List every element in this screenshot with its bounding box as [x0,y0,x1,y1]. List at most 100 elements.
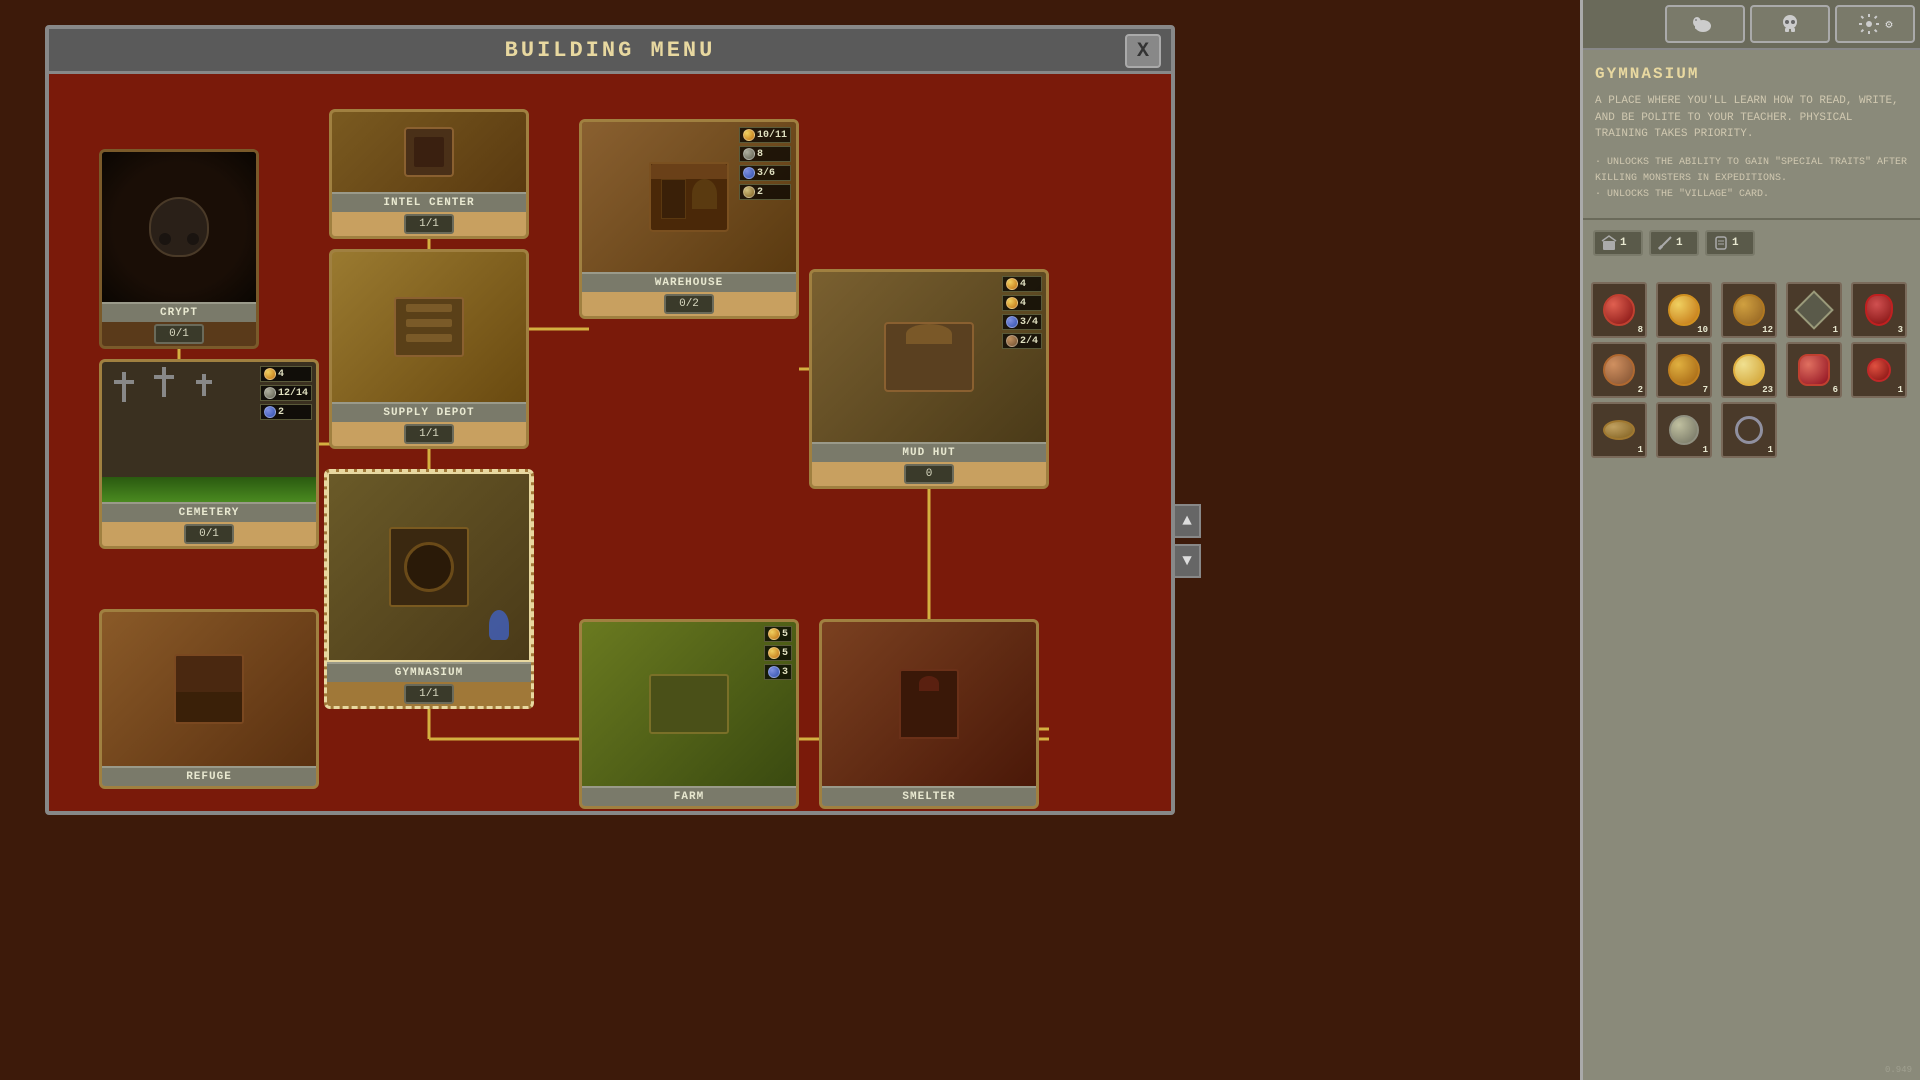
farm-res-2: 5 [764,645,792,661]
building-card-mud-hut[interactable]: 4 4 3/4 2/4 [809,269,1049,489]
res-building-count: 1 [1620,237,1627,249]
scroll-up-button[interactable]: ▲ [1173,504,1201,538]
farm-res-1: 5 [764,626,792,642]
cemetery-counter: 0/1 [184,524,234,544]
inv-slot-12[interactable]: 1 [1721,402,1777,458]
res-sword: 1 [1649,230,1699,256]
info-description: A PLACE WHERE YOU'LL LEARN HOW TO READ, … [1595,93,1908,143]
warehouse-res-2: 8 [739,146,791,162]
building-card-crypt[interactable]: CRYPT 0/1 [99,149,259,349]
smelter-label: SMELTER [822,786,1036,806]
farm-label: FARM [582,786,796,806]
building-card-farm[interactable]: 5 5 3 FARM [579,619,799,809]
inv-slot-0[interactable]: 8 [1591,282,1647,338]
inv-slot-3[interactable]: 1 [1786,282,1842,338]
menu-title: BUILDING MENU [505,38,716,63]
farm-res-3: 3 [764,664,792,680]
inv-slot-6[interactable]: 7 [1656,342,1712,398]
crypt-label: CRYPT [102,302,256,322]
crypt-counter: 0/1 [154,324,204,344]
mud-res-2: 4 [1002,295,1042,311]
building-grid: CRYPT 0/1 4 12/14 2 [49,79,1171,811]
intel-label: INTEL CENTER [332,192,526,212]
intel-counter: 1/1 [404,214,454,234]
inv-slot-1[interactable]: 10 [1656,282,1712,338]
farm-image: 5 5 3 [582,622,796,786]
elephant-button[interactable] [1665,5,1745,43]
refuge-image [102,612,316,766]
crypt-image [102,152,256,302]
warehouse-counter: 0/2 [664,294,714,314]
building-card-intel[interactable]: INTEL CENTER 1/1 [329,109,529,239]
cemetery-res-1: 4 [260,366,312,382]
building-card-warehouse[interactable]: 10/11 8 3/6 2 [579,119,799,319]
menu-titlebar: BUILDING MENU X [49,29,1171,74]
info-title: GYMNASIUM [1595,65,1908,83]
mud-res-4: 2/4 [1002,333,1042,349]
building-card-smelter[interactable]: SMELTER [819,619,1039,809]
mud-res-3: 3/4 [1002,314,1042,330]
warehouse-res-3: 3/6 [739,165,791,181]
resources-section: 1 1 1 [1583,220,1920,274]
inv-count-8: 6 [1833,385,1838,395]
inv-slot-11[interactable]: 1 [1656,402,1712,458]
info-bullet-1: · UNLOCKS THE ABILITY TO GAIN "SPECIAL T… [1595,155,1908,187]
inv-count-5: 2 [1638,385,1643,395]
mud-hut-label: MUD HUT [812,442,1046,462]
info-section: GYMNASIUM A PLACE WHERE YOU'LL LEARN HOW… [1583,50,1920,220]
building-card-supply[interactable]: SUPPLY DEPOT 1/1 [329,249,529,449]
inv-count-9: 1 [1898,385,1903,395]
right-panel: ⚙ GYMNASIUM A PLACE WHERE YOU'LL LEARN H… [1580,0,1920,1080]
inv-count-12: 1 [1768,445,1773,455]
info-bullets: · UNLOCKS THE ABILITY TO GAIN "SPECIAL T… [1595,155,1908,203]
resource-row: 1 1 1 [1593,230,1910,256]
mud-res-1: 4 [1002,276,1042,292]
supply-label: SUPPLY DEPOT [332,402,526,422]
mud-hut-resources: 4 4 3/4 2/4 [1002,276,1042,349]
smelter-image [822,622,1036,786]
warehouse-resources: 10/11 8 3/6 2 [739,127,791,200]
mud-hut-image: 4 4 3/4 2/4 [812,272,1046,442]
inv-count-10: 1 [1638,445,1643,455]
inv-slot-5[interactable]: 2 [1591,342,1647,398]
inv-count-11: 1 [1703,445,1708,455]
warehouse-res-1: 10/11 [739,127,791,143]
building-card-gymnasium[interactable]: GYMNASIUM 1/1 [324,469,534,709]
building-card-cemetery[interactable]: 4 12/14 2 CEMETERY 0/1 [99,359,319,549]
inv-slot-8[interactable]: 6 [1786,342,1842,398]
inv-slot-10[interactable]: 1 [1591,402,1647,458]
gymnasium-label: GYMNASIUM [327,662,531,682]
res-building: 1 [1593,230,1643,256]
cemetery-res-2: 12/14 [260,385,312,401]
supply-counter: 1/1 [404,424,454,444]
inv-slot-9[interactable]: 1 [1851,342,1907,398]
inv-count-6: 7 [1703,385,1708,395]
building-menu-window: BUILDING MENU X ▲ ▼ [45,25,1175,815]
res-scroll-count: 1 [1732,237,1739,249]
warehouse-label: WAREHOUSE [582,272,796,292]
version-text: 0.949 [1885,1065,1912,1075]
inv-slot-7[interactable]: 23 [1721,342,1777,398]
inv-count-7: 23 [1762,385,1773,395]
inv-slot-4[interactable]: 3 [1851,282,1907,338]
cemetery-res-3: 2 [260,404,312,420]
inv-count-3: 1 [1833,325,1838,335]
building-card-refuge[interactable]: REFUGE [99,609,319,789]
warehouse-image: 10/11 8 3/6 2 [582,122,796,272]
inv-slot-2[interactable]: 12 [1721,282,1777,338]
intel-image [332,112,526,192]
gymnasium-counter: 1/1 [404,684,454,704]
cemetery-label: CEMETERY [102,502,316,522]
skull-button[interactable] [1750,5,1830,43]
warehouse-res-4: 2 [739,184,791,200]
inv-count-0: 8 [1638,325,1643,335]
settings-button[interactable]: ⚙ [1835,5,1915,43]
gymnasium-image [327,472,531,662]
scroll-down-button[interactable]: ▼ [1173,544,1201,578]
inv-count-1: 10 [1697,325,1708,335]
res-sword-count: 1 [1676,237,1683,249]
inv-count-2: 12 [1762,325,1773,335]
mud-hut-counter: 0 [904,464,954,484]
info-bullet-2: · UNLOCKS THE "VILLAGE" CARD. [1595,187,1908,203]
close-button[interactable]: X [1125,34,1161,68]
